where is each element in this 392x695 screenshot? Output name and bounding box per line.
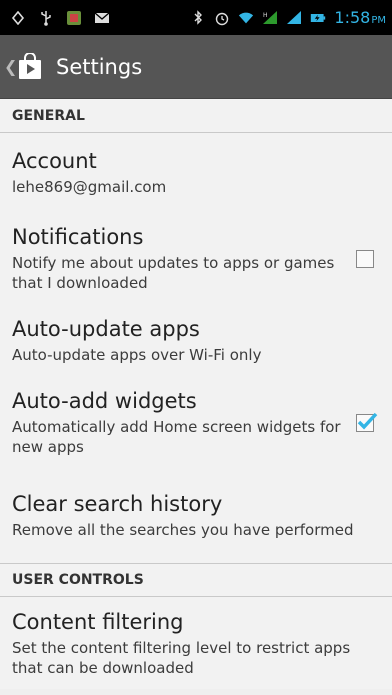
pref-summary: Set the content filtering level to restr…	[12, 639, 351, 678]
status-time: 1:58	[334, 8, 371, 27]
notification-icons	[10, 10, 110, 26]
system-icons: H 1:58PM	[190, 8, 386, 27]
pref-title: Notifications	[12, 224, 144, 249]
checkmark-icon	[357, 412, 378, 430]
settings-list: GENERAL Account lehe869@gmail.com Notifi…	[0, 99, 392, 689]
wifi-icon	[238, 10, 254, 26]
pref-summary: lehe869@gmail.com	[12, 177, 167, 196]
pref-title: Content filtering	[12, 610, 184, 634]
pref-clear-search-history[interactable]: Clear search history Remove all the sear…	[0, 469, 392, 563]
pref-account-text: Account lehe869@gmail.com	[12, 149, 374, 197]
signal-icon	[286, 10, 302, 26]
pref-title: Account	[12, 148, 97, 173]
section-header-user-controls: USER CONTROLS	[0, 563, 392, 597]
section-header-general: GENERAL	[0, 99, 392, 133]
svg-text:H: H	[263, 12, 268, 19]
email-icon	[94, 10, 110, 26]
signal-icon: H	[262, 10, 278, 26]
action-bar: ❮ Settings	[0, 35, 392, 99]
notifications-checkbox[interactable]	[356, 250, 374, 268]
pref-summary: Notify me about updates to apps or games…	[12, 253, 335, 293]
page-title: Settings	[56, 54, 143, 79]
pref-auto-update-text: Auto-update apps Auto-update apps over W…	[12, 317, 374, 365]
usb-icon	[38, 10, 54, 26]
pref-notifications[interactable]: Notifications Notify me about updates to…	[0, 213, 392, 305]
pref-notifications-text: Notifications Notify me about updates to…	[12, 225, 342, 294]
pref-summary: Auto-update apps over Wi-Fi only	[12, 345, 262, 364]
pref-clear-search-history-text: Clear search history Remove all the sear…	[12, 492, 374, 540]
battery-charging-icon	[310, 10, 326, 26]
pref-content-filtering-text: Content filtering Set the content filter…	[12, 610, 374, 679]
pref-summary: Automatically add Home screen widgets fo…	[12, 417, 341, 457]
pref-content-filtering[interactable]: Content filtering Set the content filter…	[0, 597, 392, 689]
clock: 1:58PM	[334, 8, 386, 27]
play-store-icon[interactable]	[16, 51, 44, 81]
status-ampm: PM	[371, 15, 386, 26]
bluetooth-icon	[190, 10, 206, 26]
pref-auto-add-widgets-text: Auto-add widgets Automatically add Home …	[12, 389, 342, 458]
auto-add-widgets-checkbox[interactable]	[356, 412, 378, 432]
pref-title: Auto-update apps	[12, 316, 200, 341]
pref-title: Auto-add widgets	[12, 388, 197, 413]
pref-auto-add-widgets[interactable]: Auto-add widgets Automatically add Home …	[0, 377, 392, 469]
alarm-icon	[214, 10, 230, 26]
app-notification-icon	[66, 10, 82, 26]
pref-account[interactable]: Account lehe869@gmail.com	[0, 133, 392, 213]
sync-icon	[10, 10, 26, 26]
up-caret-icon[interactable]: ❮	[4, 57, 17, 76]
pref-summary: Remove all the searches you have perform…	[12, 520, 354, 539]
status-bar: H 1:58PM	[0, 0, 392, 35]
pref-auto-update[interactable]: Auto-update apps Auto-update apps over W…	[0, 305, 392, 377]
pref-title: Clear search history	[12, 491, 223, 516]
